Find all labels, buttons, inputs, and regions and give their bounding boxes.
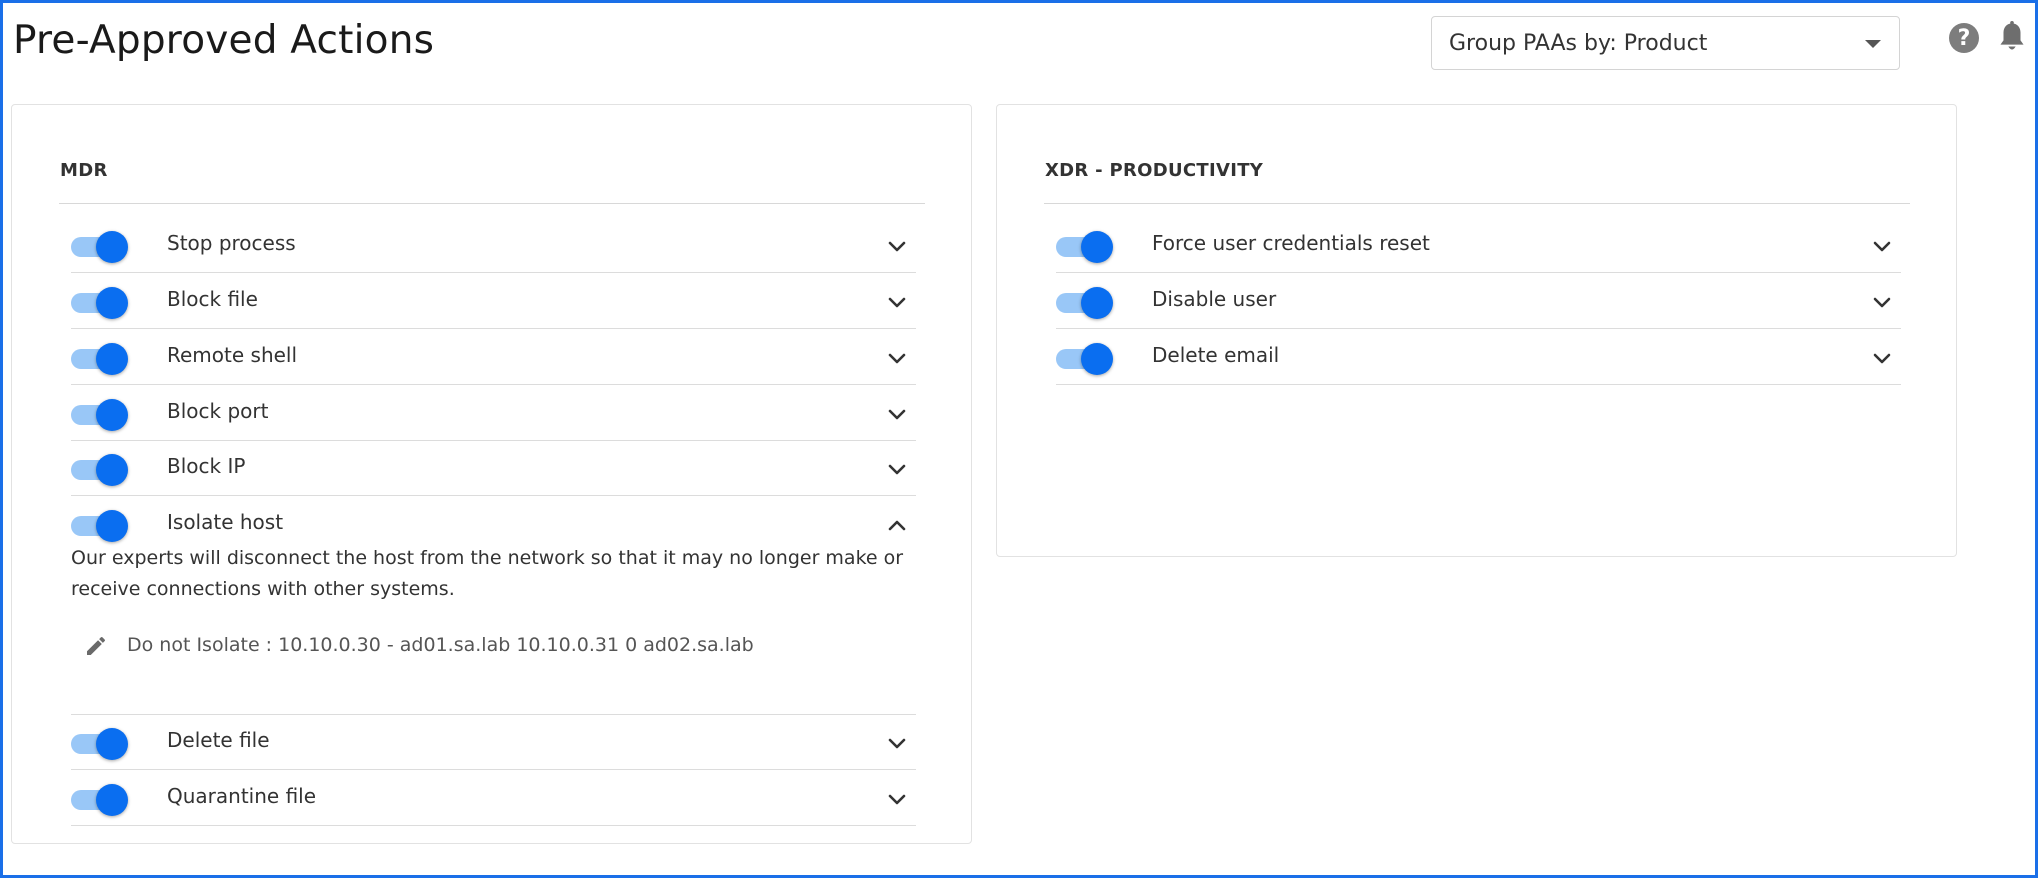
toggle-knob (96, 784, 128, 816)
action-row[interactable]: Remote shell (71, 329, 916, 385)
action-label: Isolate host (167, 510, 284, 534)
toggle-knob (96, 454, 128, 486)
toggle-knob (96, 728, 128, 760)
action-row[interactable]: Block file (71, 273, 916, 329)
divider (59, 203, 925, 204)
action-row[interactable]: Block IP (71, 440, 916, 496)
chevron-down-icon[interactable] (1871, 347, 1893, 369)
xdr-heading: XDR - PRODUCTIVITY (1045, 160, 1264, 181)
chevron-up-icon[interactable] (886, 514, 908, 536)
group-by-select-value: Group PAAs by: Product (1449, 30, 1708, 56)
divider (1044, 203, 1910, 204)
action-label: Quarantine file (167, 784, 317, 808)
action-label: Block IP (167, 454, 246, 478)
action-label: Force user credentials reset (1152, 231, 1430, 255)
group-by-select[interactable]: Group PAAs by: Product (1431, 16, 1900, 70)
action-label: Delete file (167, 728, 270, 752)
chevron-down-icon[interactable] (1871, 291, 1893, 313)
action-label: Block file (167, 287, 258, 311)
bell-icon[interactable] (1997, 21, 2027, 55)
action-toggle[interactable] (71, 784, 129, 816)
action-toggle[interactable] (71, 399, 129, 431)
action-label: Delete email (1152, 343, 1280, 367)
toggle-knob (1081, 343, 1113, 375)
mdr-heading: MDR (60, 160, 108, 181)
caret-down-icon (1865, 40, 1881, 48)
toggle-knob (96, 231, 128, 263)
isolate-host-exception: Do not Isolate : 10.10.0.30 - ad01.sa.la… (127, 634, 754, 656)
page-title: Pre-Approved Actions (13, 18, 435, 63)
chevron-down-icon[interactable] (1871, 235, 1893, 257)
action-row[interactable]: Disable user (1056, 273, 1901, 329)
action-label: Block port (167, 399, 269, 423)
action-row[interactable]: Force user credentials reset (1056, 217, 1901, 273)
action-row[interactable]: Block port (71, 385, 916, 441)
action-toggle[interactable] (71, 728, 129, 760)
divider (71, 714, 916, 715)
action-toggle[interactable] (71, 454, 129, 486)
help-icon[interactable]: ? (1949, 23, 1979, 53)
toggle-knob (1081, 287, 1113, 319)
toggle-knob (96, 399, 128, 431)
action-toggle[interactable] (71, 343, 129, 375)
chevron-down-icon[interactable] (886, 732, 908, 754)
action-label: Disable user (1152, 287, 1277, 311)
chevron-down-icon[interactable] (886, 403, 908, 425)
toggle-knob (1081, 231, 1113, 263)
action-toggle[interactable] (1056, 343, 1114, 375)
action-row[interactable]: Quarantine file (71, 770, 916, 826)
toggle-knob (96, 510, 128, 542)
xdr-productivity-panel: XDR - PRODUCTIVITY Force user credential… (996, 104, 1957, 557)
chevron-down-icon[interactable] (886, 788, 908, 810)
chevron-down-icon[interactable] (886, 458, 908, 480)
toggle-knob (96, 343, 128, 375)
isolate-host-description: Our experts will disconnect the host fro… (71, 547, 904, 600)
action-row[interactable]: Stop process (71, 217, 916, 273)
action-label: Remote shell (167, 343, 298, 367)
toggle-knob (96, 287, 128, 319)
action-toggle[interactable] (71, 510, 129, 542)
action-label: Stop process (167, 231, 296, 255)
chevron-down-icon[interactable] (886, 235, 908, 257)
mdr-panel: MDR Stop process Block file Remote shell Bl… (11, 104, 972, 844)
action-toggle[interactable] (1056, 287, 1114, 319)
action-row[interactable]: Delete file (71, 714, 916, 770)
chevron-down-icon[interactable] (886, 347, 908, 369)
action-toggle[interactable] (71, 231, 129, 263)
action-toggle[interactable] (71, 287, 129, 319)
pencil-icon[interactable] (84, 634, 108, 658)
action-toggle[interactable] (1056, 231, 1114, 263)
chevron-down-icon[interactable] (886, 291, 908, 313)
action-row[interactable]: Delete email (1056, 329, 1901, 385)
